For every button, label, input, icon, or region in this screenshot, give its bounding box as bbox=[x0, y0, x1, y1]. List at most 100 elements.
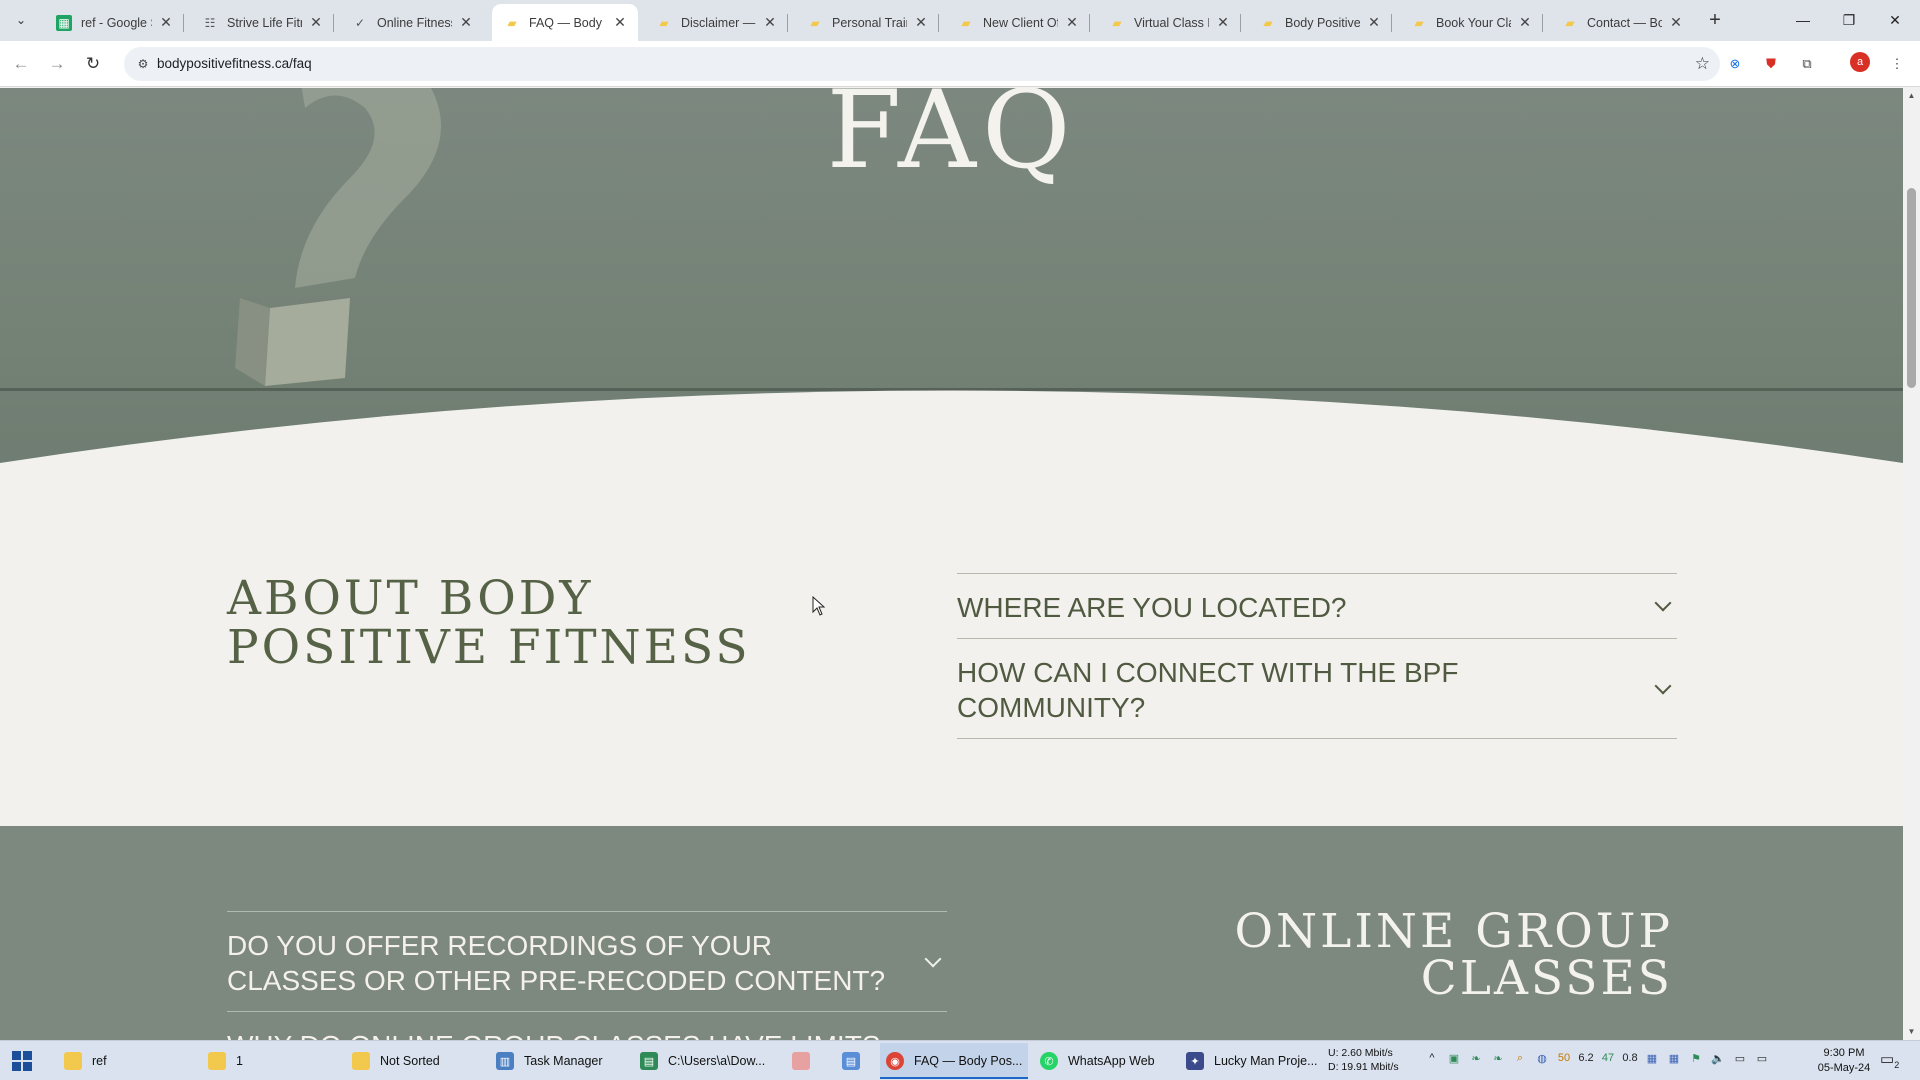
taskbar-item-chrome-faq[interactable]: ◉ FAQ — Body Pos... bbox=[880, 1043, 1028, 1079]
close-icon[interactable]: ✕ bbox=[458, 14, 474, 31]
tab-online-fitness[interactable]: ✓ Online Fitness ✕ bbox=[340, 4, 484, 41]
folder-icon: ▰ bbox=[961, 15, 971, 30]
close-icon[interactable]: ✕ bbox=[1517, 14, 1533, 31]
tab-title: Body Positive F bbox=[1285, 15, 1360, 30]
clock-time: 9:30 PM bbox=[1823, 1047, 1865, 1059]
tab-title: Online Fitness bbox=[377, 15, 452, 30]
profile-avatar[interactable]: a bbox=[1850, 52, 1870, 72]
tab-title: FAQ — Body Pc bbox=[529, 15, 606, 30]
strive-icon: ☷ bbox=[204, 15, 216, 30]
chevron-down-icon[interactable] bbox=[1654, 677, 1672, 694]
new-tab-plus-icon[interactable]: + bbox=[1703, 8, 1727, 32]
window-close-icon[interactable]: ✕ bbox=[1872, 0, 1918, 40]
notepad-icon: ▤ bbox=[640, 1052, 658, 1070]
restore-icon[interactable]: ❐ bbox=[1826, 0, 1872, 40]
extensions-puzzle-icon[interactable]: ⧉ bbox=[1796, 53, 1818, 75]
tab-ref-sheet[interactable]: ▦ ref - Google Sh ✕ bbox=[44, 4, 184, 41]
site-info-icon[interactable]: ⚙ bbox=[134, 55, 152, 73]
taskbar-item-ref[interactable]: ref bbox=[58, 1043, 192, 1079]
bookmark-star-icon[interactable]: ☆ bbox=[1695, 54, 1710, 74]
taskbar-item-document[interactable]: ▤ bbox=[836, 1043, 872, 1079]
taskbar-item-not-sorted[interactable]: Not Sorted bbox=[346, 1043, 480, 1079]
page-viewport: FAQ ABOUT BODY POSITIVE FITNESS WHERE AR… bbox=[0, 88, 1903, 1040]
volume-icon[interactable]: 🔈 bbox=[1710, 1052, 1726, 1065]
tray-leaf-icon[interactable]: ❧ bbox=[1468, 1052, 1484, 1065]
faq-question: WHERE ARE YOU LOCATED? bbox=[957, 592, 1347, 623]
mouse-cursor-icon bbox=[812, 596, 826, 616]
tab-body-positive[interactable]: ▰ Body Positive F ✕ bbox=[1248, 4, 1392, 41]
close-icon[interactable]: ✕ bbox=[612, 14, 628, 31]
tray-leaf-icon[interactable]: ❧ bbox=[1490, 1052, 1506, 1065]
windows-start-icon[interactable] bbox=[12, 1051, 32, 1071]
taskbar-item-lucky-man[interactable]: ✦ Lucky Man Proje... bbox=[1180, 1043, 1320, 1079]
tray-globe-icon[interactable]: ◍ bbox=[1534, 1052, 1550, 1065]
tray-stat: 6.2 bbox=[1578, 1052, 1594, 1064]
extension-blue-icon[interactable]: ⊗ bbox=[1724, 53, 1746, 75]
tab-contact[interactable]: ▰ Contact — Boc ✕ bbox=[1550, 4, 1694, 41]
address-bar[interactable]: ⚙ bodypositivefitness.ca/faq ☆ bbox=[124, 47, 1720, 81]
scrollbar-thumb[interactable] bbox=[1907, 188, 1916, 388]
page-scrollbar[interactable]: ▲ ▼ bbox=[1903, 88, 1920, 1040]
tab-disclaimer[interactable]: ▰ Disclaimer — B ✕ bbox=[644, 4, 788, 41]
scroll-up-icon[interactable]: ▲ bbox=[1907, 91, 1916, 101]
tray-flag-icon[interactable]: ⚑ bbox=[1688, 1052, 1704, 1065]
close-icon[interactable]: ✕ bbox=[913, 14, 929, 31]
close-icon[interactable]: ✕ bbox=[158, 14, 174, 31]
folder-icon: ▰ bbox=[810, 15, 820, 30]
close-icon[interactable]: ✕ bbox=[308, 14, 324, 31]
app-icon bbox=[792, 1052, 810, 1070]
tray-app-icon[interactable]: ▣ bbox=[1446, 1052, 1462, 1065]
notification-center-icon[interactable]: ▭2 bbox=[1880, 1050, 1899, 1070]
online-section-heading: ONLINE GROUP CLASSES bbox=[1234, 904, 1673, 1006]
faq-item-recordings[interactable]: DO YOU OFFER RECORDINGS OF YOUR CLASSES … bbox=[227, 912, 947, 1012]
taskbar-label: WhatsApp Web bbox=[1068, 1054, 1155, 1068]
tab-title: Virtual Class Ra bbox=[1134, 15, 1209, 30]
scroll-down-icon[interactable]: ▼ bbox=[1907, 1027, 1916, 1037]
tray-meter-icon[interactable]: ▦ bbox=[1666, 1052, 1682, 1065]
chevron-up-icon[interactable]: ^ bbox=[1424, 1052, 1440, 1065]
forward-arrow-icon[interactable]: → bbox=[44, 51, 70, 77]
tab-virtual-class[interactable]: ▰ Virtual Class Ra ✕ bbox=[1097, 4, 1241, 41]
extension-shield-icon[interactable]: ⛊ bbox=[1760, 53, 1782, 75]
folder-icon: ▰ bbox=[1112, 15, 1122, 30]
taskbar-item-1[interactable]: 1 bbox=[202, 1043, 336, 1079]
close-icon[interactable]: ✕ bbox=[1064, 14, 1080, 31]
task-manager-icon: ▥ bbox=[496, 1052, 514, 1070]
network-icon[interactable]: ▭ bbox=[1754, 1052, 1770, 1065]
tray-monitor-icon[interactable]: ▦ bbox=[1644, 1052, 1660, 1065]
chevron-down-icon[interactable] bbox=[1654, 594, 1672, 612]
reload-icon[interactable]: ↻ bbox=[80, 51, 106, 77]
close-icon[interactable]: ✕ bbox=[1366, 14, 1382, 31]
tab-search-chevron-icon[interactable]: ⌄ bbox=[8, 8, 34, 32]
taskbar-item-app[interactable] bbox=[786, 1043, 822, 1079]
taskbar-item-notepad[interactable]: ▤ C:\Users\a\Dow... bbox=[634, 1043, 768, 1079]
close-icon[interactable]: ✕ bbox=[1215, 14, 1231, 31]
app-icon: ✦ bbox=[1186, 1052, 1204, 1070]
tray-stat: 50 bbox=[1557, 1052, 1571, 1064]
menu-kebab-icon[interactable]: ⋮ bbox=[1886, 53, 1908, 75]
taskbar-item-whatsapp[interactable]: ✆ WhatsApp Web bbox=[1034, 1043, 1174, 1079]
battery-icon[interactable]: ▭ bbox=[1732, 1052, 1748, 1065]
folder-icon: ▰ bbox=[1565, 15, 1575, 30]
close-icon[interactable]: ✕ bbox=[762, 14, 778, 31]
faq-item-location[interactable]: WHERE ARE YOU LOCATED? bbox=[957, 574, 1677, 639]
faq-item-class-limits[interactable]: WHY DO ONLINE GROUP CLASSES HAVE LIMITS … bbox=[227, 1012, 947, 1040]
tab-faq-active[interactable]: ▰ FAQ — Body Pc ✕ bbox=[492, 4, 638, 41]
tray-search-icon[interactable]: ⌕ bbox=[1512, 1052, 1528, 1065]
tray-stat: 47 bbox=[1601, 1052, 1615, 1064]
close-icon[interactable]: ✕ bbox=[1668, 14, 1684, 31]
tab-strive-life[interactable]: ☷ Strive Life Fitne ✕ bbox=[190, 4, 334, 41]
faq-item-community[interactable]: HOW CAN I CONNECT WITH THE BPF COMMUNITY… bbox=[957, 639, 1677, 739]
minimize-icon[interactable]: — bbox=[1780, 0, 1826, 40]
tab-book-class[interactable]: ▰ Book Your Clas ✕ bbox=[1399, 4, 1543, 41]
chevron-down-icon[interactable] bbox=[924, 950, 942, 967]
sheets-icon: ▦ bbox=[56, 14, 72, 31]
system-clock[interactable]: 9:30 PM 05-May-24 bbox=[1812, 1046, 1876, 1076]
notification-count: 2 bbox=[1894, 1060, 1900, 1070]
tab-new-client[interactable]: ▰ New Client Off ✕ bbox=[946, 4, 1090, 41]
back-arrow-icon[interactable]: ← bbox=[8, 51, 34, 77]
taskbar-item-task-manager[interactable]: ▥ Task Manager bbox=[490, 1043, 624, 1079]
url-text[interactable]: bodypositivefitness.ca/faq bbox=[157, 56, 312, 71]
chrome-icon: ◉ bbox=[886, 1052, 904, 1070]
tab-personal-training[interactable]: ▰ Personal Trainin ✕ bbox=[795, 4, 939, 41]
